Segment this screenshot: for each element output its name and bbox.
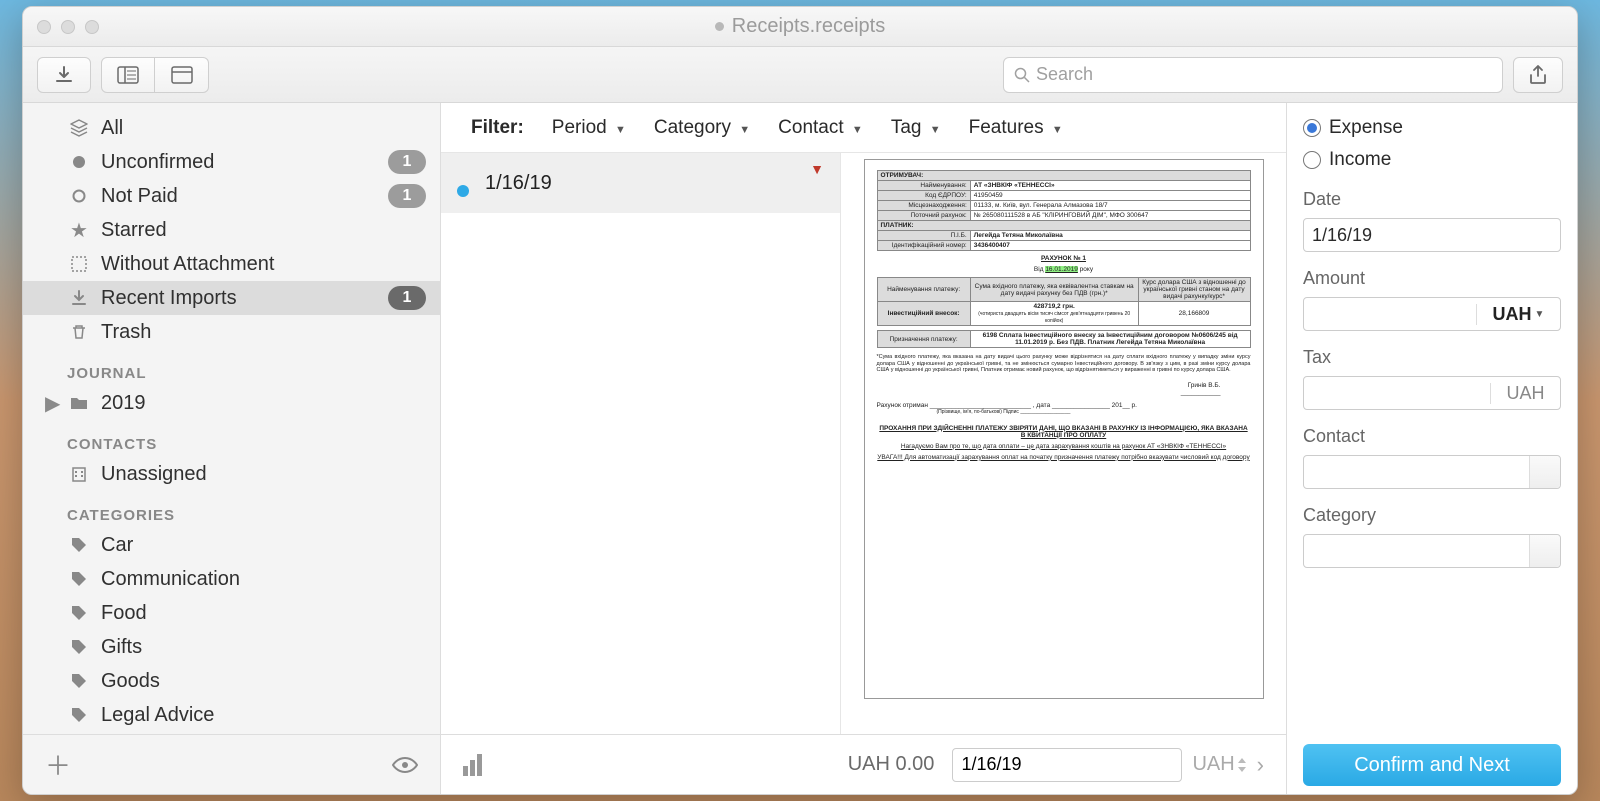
sidebar-item-starred[interactable]: ★ Starred xyxy=(23,213,440,247)
journal-header: JOURNAL xyxy=(23,349,440,386)
share-button[interactable] xyxy=(1513,57,1563,93)
count-badge: 1 xyxy=(388,286,426,310)
trash-icon xyxy=(67,324,91,340)
sidebar-item-label: Recent Imports xyxy=(67,287,237,310)
sidebar-item-label: Without Attachment xyxy=(67,253,274,276)
tag-icon xyxy=(67,605,91,621)
confirm-next-button[interactable]: Confirm and Next xyxy=(1303,744,1561,786)
titlebar: Receipts.receipts xyxy=(23,7,1577,47)
sidebar-category-gifts[interactable]: Gifts xyxy=(23,630,440,664)
preview-toggle-icon[interactable] xyxy=(392,756,418,774)
dot-icon xyxy=(67,155,91,169)
download-icon xyxy=(67,290,91,306)
sidebar-item-unconfirmed[interactable]: Unconfirmed 1 xyxy=(23,145,440,179)
view-mode-segment xyxy=(101,57,209,93)
details-panel: Expense Income Date 1/16/19 Amount UAH ▼… xyxy=(1287,103,1577,794)
contact-select[interactable] xyxy=(1303,455,1561,489)
zoom-window-icon[interactable] xyxy=(85,20,99,34)
receipt-date: 1/16/19 xyxy=(485,172,552,195)
type-income-radio[interactable]: Income xyxy=(1303,149,1561,171)
amount-field[interactable]: UAH ▼ xyxy=(1303,297,1561,331)
window-title: Receipts.receipts xyxy=(23,15,1577,38)
filter-tag[interactable]: Tag ▼ xyxy=(891,117,941,139)
empty-box-icon xyxy=(67,256,91,272)
view-list-button[interactable] xyxy=(101,57,155,93)
invoice-document: ОТРИМУВАЧ: Найменування:АТ «ЗНВКІФ «ТЕНН… xyxy=(864,159,1264,699)
contact-label: Contact xyxy=(1303,426,1561,447)
receipt-row[interactable]: 1/16/19 ▼ xyxy=(441,153,840,213)
sidebar-item-without-attachment[interactable]: Without Attachment xyxy=(23,247,440,281)
sidebar-category-food[interactable]: Food xyxy=(23,596,440,630)
footer-date-input[interactable] xyxy=(952,748,1182,782)
stack-icon xyxy=(67,119,91,137)
close-window-icon[interactable] xyxy=(37,20,51,34)
tag-icon xyxy=(67,571,91,587)
app-window: Receipts.receipts Search xyxy=(22,6,1578,795)
sidebar-item-year-2019[interactable]: ▶ 2019 xyxy=(23,386,440,420)
flag-icon: ▼ xyxy=(810,161,824,177)
amount-currency-picker[interactable]: UAH ▼ xyxy=(1476,304,1560,325)
building-icon xyxy=(67,466,91,482)
sidebar-category-communication[interactable]: Communication xyxy=(23,562,440,596)
sidebar-item-label: Communication xyxy=(67,568,240,591)
amount-label: Amount xyxy=(1303,268,1561,289)
filter-features[interactable]: Features ▼ xyxy=(969,117,1063,139)
date-label: Date xyxy=(1303,189,1561,210)
type-expense-radio[interactable]: Expense xyxy=(1303,117,1561,139)
sidebar-category-car[interactable]: Car xyxy=(23,528,440,562)
filter-category[interactable]: Category ▼ xyxy=(654,117,750,139)
main-area: Filter: Period ▼ Category ▼ Contact ▼ Ta… xyxy=(441,103,1287,794)
import-button[interactable] xyxy=(37,57,91,93)
count-badge: 1 xyxy=(388,150,426,174)
minimize-window-icon[interactable] xyxy=(61,20,75,34)
sidebar-category-goods[interactable]: Goods xyxy=(23,664,440,698)
search-input[interactable]: Search xyxy=(1003,57,1503,93)
traffic-lights xyxy=(37,20,99,34)
date-field[interactable]: 1/16/19 xyxy=(1303,218,1561,252)
filter-period[interactable]: Period ▼ xyxy=(552,117,626,139)
tag-icon xyxy=(67,673,91,689)
tax-currency: UAH xyxy=(1490,383,1560,404)
total-amount: UAH 0.00 xyxy=(482,753,952,776)
toolbar: Search xyxy=(23,47,1577,103)
tax-field[interactable]: UAH xyxy=(1303,376,1561,410)
search-icon xyxy=(1014,67,1030,83)
tag-icon xyxy=(67,639,91,655)
sidebar-footer: ＋ xyxy=(23,734,440,794)
sidebar-item-all[interactable]: All xyxy=(23,111,440,145)
tag-icon xyxy=(67,707,91,723)
tax-label: Tax xyxy=(1303,347,1561,368)
count-badge: 1 xyxy=(388,184,426,208)
view-grid-button[interactable] xyxy=(155,57,209,93)
category-label: Category xyxy=(1303,505,1561,526)
folder-icon xyxy=(67,396,91,410)
sidebar-item-unassigned[interactable]: Unassigned xyxy=(23,457,440,491)
disclosure-triangle-icon[interactable]: ▶ xyxy=(45,391,60,416)
chart-icon[interactable] xyxy=(463,754,482,776)
categories-header: CATEGORIES xyxy=(23,491,440,528)
unread-dot-icon xyxy=(457,185,469,197)
document-preview[interactable]: ОТРИМУВАЧ: Найменування:АТ «ЗНВКІФ «ТЕНН… xyxy=(841,153,1286,734)
receipt-list: 1/16/19 ▼ xyxy=(441,153,841,734)
sidebar-item-trash[interactable]: Trash xyxy=(23,315,440,349)
main-footer: UAH 0.00 UAH › xyxy=(441,734,1286,794)
contacts-header: CONTACTS xyxy=(23,420,440,457)
add-button[interactable]: ＋ xyxy=(45,746,71,783)
sidebar-item-not-paid[interactable]: Not Paid 1 xyxy=(23,179,440,213)
sidebar: All Unconfirmed 1 Not Paid 1 ★ Starred xyxy=(23,103,441,794)
filter-contact[interactable]: Contact ▼ xyxy=(778,117,863,139)
star-icon: ★ xyxy=(67,218,91,243)
filter-label: Filter: xyxy=(471,117,524,139)
sidebar-category-legal[interactable]: Legal Advice xyxy=(23,698,440,732)
filter-bar: Filter: Period ▼ Category ▼ Contact ▼ Ta… xyxy=(441,103,1286,153)
footer-currency-stepper[interactable]: UAH xyxy=(1192,753,1246,776)
tag-icon xyxy=(67,537,91,553)
next-icon[interactable]: › xyxy=(1257,752,1264,778)
sidebar-item-recent-imports[interactable]: Recent Imports 1 xyxy=(23,281,440,315)
category-select[interactable] xyxy=(1303,534,1561,568)
circle-icon xyxy=(67,189,91,203)
